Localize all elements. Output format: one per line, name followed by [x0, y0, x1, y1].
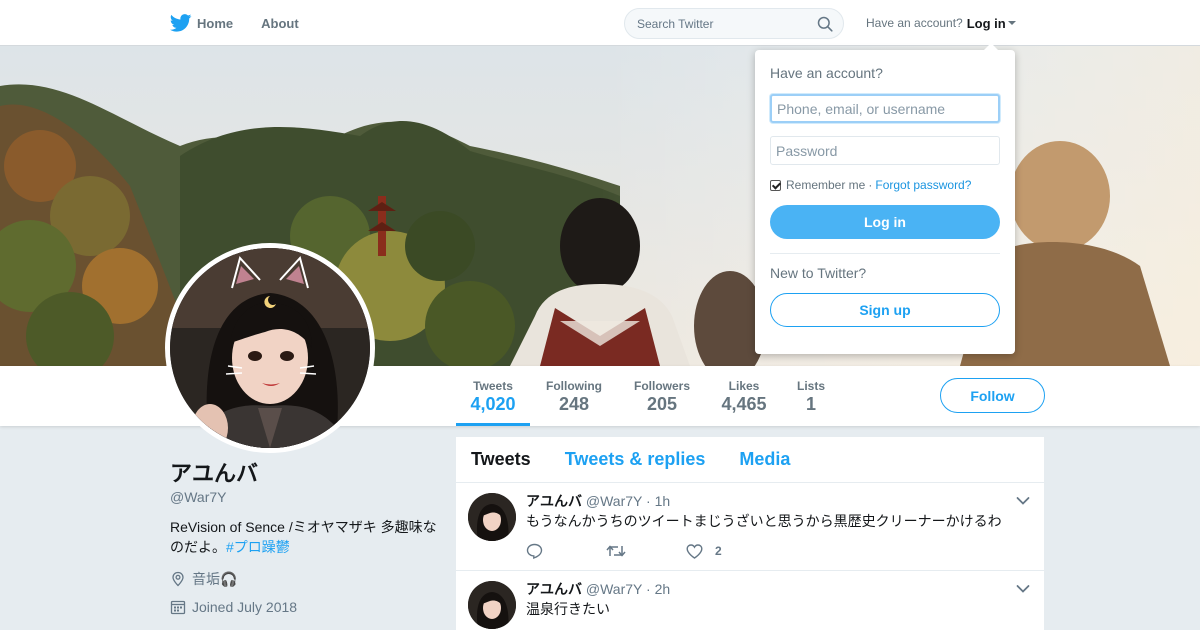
caret-down-icon[interactable]	[1007, 21, 1016, 25]
search-box	[624, 8, 844, 39]
timeline: Tweets Tweets & replies Media アユんバ @War7…	[456, 437, 1044, 630]
stat-tweets-value: 4,020	[470, 394, 516, 414]
login-dropdown: Have an account? Remember me · Forgot pa…	[755, 43, 1015, 354]
chevron-down-icon[interactable]	[1016, 496, 1030, 506]
tweet-avatar-image	[468, 493, 516, 541]
tweet-item[interactable]: アユんバ @War7Y · 1h もうなんかうちのツイートまじうざいと思うから黒…	[456, 483, 1044, 571]
retweet-icon	[606, 545, 626, 557]
nav-about[interactable]: About	[261, 16, 299, 31]
location-icon	[172, 571, 184, 587]
tweet-avatar-image	[468, 581, 516, 629]
login-dropdown-title: Have an account?	[770, 65, 883, 81]
stat-followers-label: Followers	[633, 379, 690, 393]
top-navigation-bar: Home About Have an account? Log in	[0, 0, 1200, 46]
profile-bio: ReVision of Sence /ミオヤマザキ 多趣味なのだよ。#プロ躁鬱	[170, 517, 440, 557]
stat-followers-value: 205	[646, 394, 678, 414]
like-action[interactable]: 2	[686, 543, 766, 559]
tweet-author-handle[interactable]: @War7Y	[586, 581, 642, 597]
profile-avatar[interactable]	[165, 243, 375, 453]
dropdown-divider	[770, 253, 1000, 254]
password-input[interactable]	[770, 136, 1000, 165]
nav-about-label: About	[261, 15, 299, 31]
username-input[interactable]	[770, 94, 1000, 123]
remember-me-label[interactable]: Remember me	[786, 178, 865, 192]
search-input[interactable]	[637, 16, 817, 31]
signup-button[interactable]: Sign up	[770, 293, 1000, 327]
tweet-author-name[interactable]: アユんバ	[526, 581, 582, 597]
reply-action[interactable]	[526, 543, 606, 559]
twitter-bird-icon	[170, 14, 192, 32]
chevron-down-icon[interactable]	[1016, 584, 1030, 594]
new-to-twitter-text: New to Twitter?	[770, 265, 867, 281]
tweet-avatar[interactable]	[468, 493, 516, 541]
tab-tweets[interactable]: Tweets	[471, 449, 531, 470]
avatar-image	[170, 248, 370, 448]
tweet-item[interactable]: アユんバ @War7Y · 2h 温泉行きたい	[456, 571, 1044, 630]
tab-tweets-and-replies[interactable]: Tweets & replies	[565, 449, 706, 470]
login-button[interactable]: Log in	[770, 205, 1000, 239]
tweet-header: アユんバ @War7Y · 2h	[526, 581, 1029, 597]
stat-following-value: 248	[558, 394, 590, 414]
tweet-timestamp[interactable]: · 1h	[646, 493, 670, 509]
forgot-password-link[interactable]: Forgot password?	[875, 178, 971, 192]
follow-button[interactable]: Follow	[940, 378, 1045, 413]
stat-likes-value: 4,465	[721, 394, 767, 414]
profile-location-text: 音垢🎧	[192, 571, 238, 587]
search-icon[interactable]	[817, 16, 833, 32]
separator-dot: ·	[868, 178, 873, 192]
stat-likes[interactable]: Likes 4,465	[712, 366, 776, 426]
timeline-tabs: Tweets Tweets & replies Media	[456, 437, 1044, 483]
like-count: 2	[715, 544, 722, 558]
tweet-author-handle[interactable]: @War7Y	[586, 493, 642, 509]
tweet-author-name[interactable]: アユんバ	[526, 493, 582, 509]
nav-home-label: Home	[197, 15, 234, 31]
profile-sidebar: アユんバ @War7Y ReVision of Sence /ミオヤマザキ 多趣…	[170, 460, 440, 615]
tweet-text: もうなんかうちのツイートまじうざいと思うから黒歴史クリーナーかけるわ	[526, 513, 1002, 529]
profile-bio-text: ReVision of Sence /ミオヤマザキ 多趣味なのだよ。	[170, 519, 437, 555]
have-account-text: Have an account?	[866, 16, 963, 30]
profile-joined: Joined July 2018	[170, 599, 440, 615]
like-icon	[686, 543, 703, 559]
tab-media[interactable]: Media	[739, 449, 790, 470]
profile-joined-text: Joined July 2018	[192, 599, 298, 615]
stat-tweets-label: Tweets	[473, 379, 513, 393]
tweet-actions: 2	[526, 535, 1029, 567]
stat-lists[interactable]: Lists 1	[790, 366, 832, 426]
profile-location: 音垢🎧	[170, 569, 440, 589]
stat-following-label: Following	[546, 379, 602, 393]
nav-home[interactable]: Home	[170, 14, 233, 32]
tweet-avatar[interactable]	[468, 581, 516, 629]
stat-tweets[interactable]: Tweets 4,020	[456, 366, 530, 426]
tweet-text: 温泉行きたい	[526, 601, 610, 617]
tweet-header: アユんバ @War7Y · 1h	[526, 493, 1029, 509]
tweet-timestamp[interactable]: · 2h	[646, 581, 670, 597]
stat-lists-label: Lists	[796, 379, 825, 393]
retweet-action[interactable]	[606, 544, 686, 558]
calendar-icon	[170, 600, 186, 615]
account-area: Have an account? Log in	[866, 0, 1016, 46]
stat-followers[interactable]: Followers 205	[626, 366, 698, 426]
profile-bio-hashtag[interactable]: #プロ躁鬱	[226, 539, 290, 555]
stat-likes-label: Likes	[728, 379, 760, 393]
login-link[interactable]: Log in	[967, 16, 1006, 31]
profile-display-name[interactable]: アユんバ	[170, 460, 440, 488]
remember-me-row: Remember me · Forgot password?	[770, 178, 1000, 192]
profile-handle[interactable]: @War7Y	[170, 489, 440, 505]
remember-me-checkbox[interactable]	[770, 179, 781, 191]
nav-left: Home About	[170, 0, 327, 46]
stat-lists-value: 1	[805, 394, 816, 414]
stat-following[interactable]: Following 248	[538, 366, 610, 426]
reply-icon	[526, 543, 543, 559]
